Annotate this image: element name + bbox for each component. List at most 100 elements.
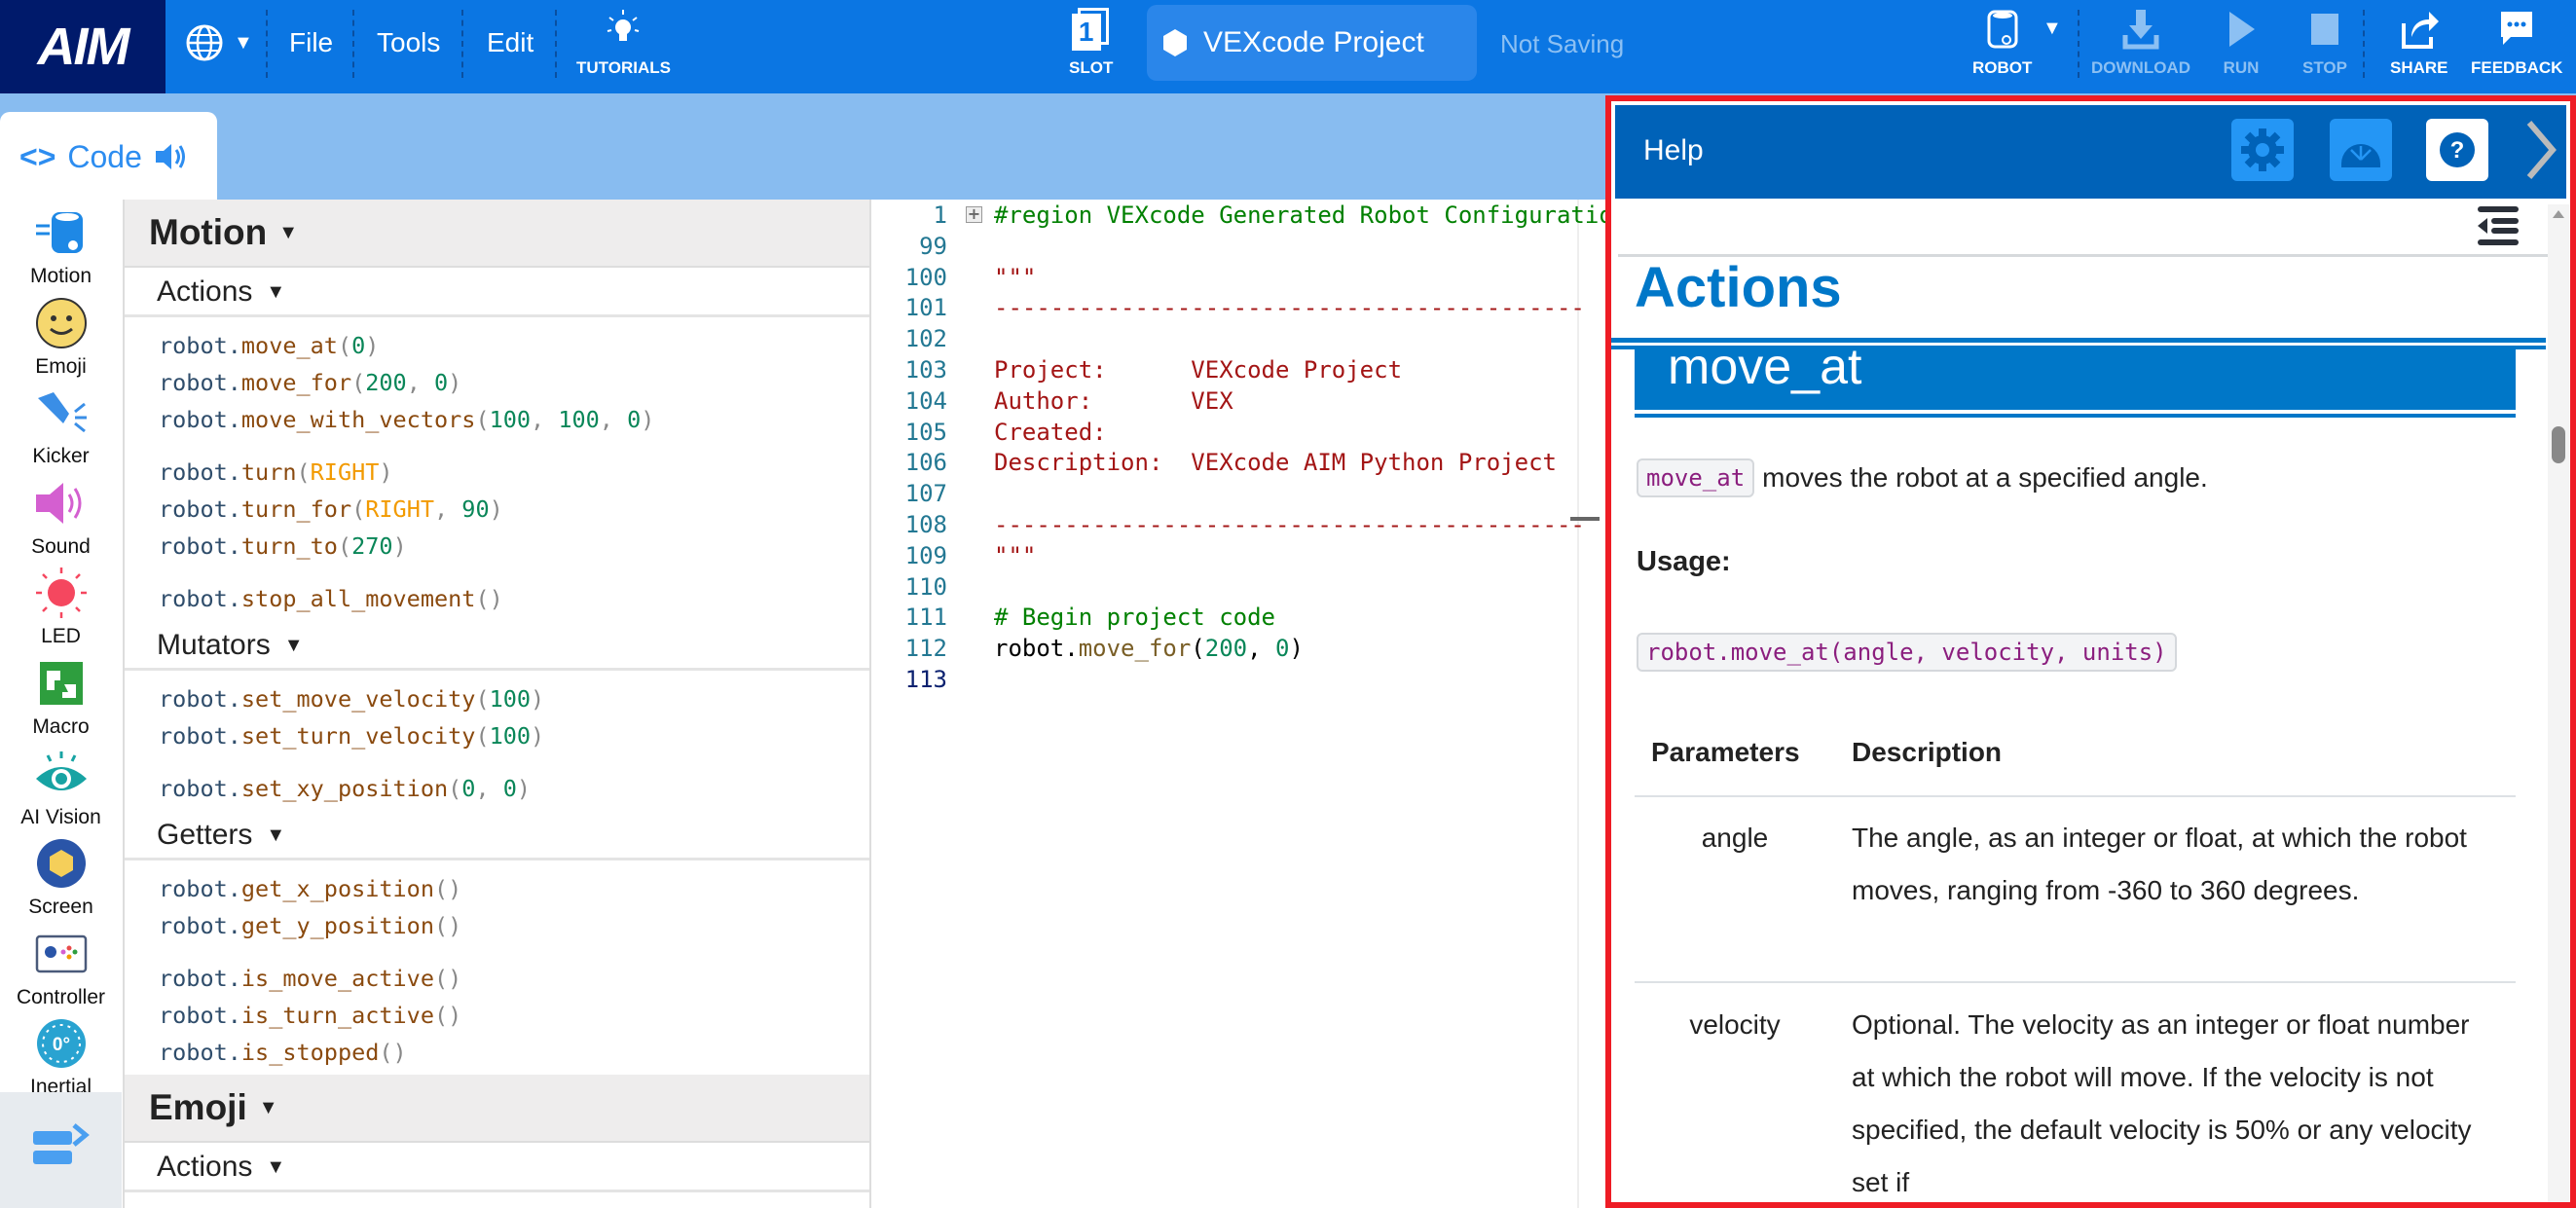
caret-down-icon: ▼ xyxy=(284,635,304,657)
chevron-right-icon xyxy=(2523,119,2558,181)
share-label: SHARE xyxy=(2390,58,2448,78)
code-token: move_for xyxy=(1079,635,1192,662)
code-snippet[interactable]: robot.turn_for(RIGHT, 90) xyxy=(159,491,869,528)
help-panel: Help ? Actions move_at move_at moves the… xyxy=(1605,95,2576,1208)
scroll-up-arrow[interactable] xyxy=(2553,210,2564,218)
language-button[interactable]: ▼ xyxy=(185,23,253,62)
code-arg: 200 xyxy=(365,369,406,396)
code-arg: RIGHT xyxy=(365,495,434,523)
code-function: get_y_position xyxy=(241,912,434,939)
code-function: move_at xyxy=(241,332,338,359)
code-arg: 100 xyxy=(490,685,531,713)
globe-icon xyxy=(185,23,224,62)
editor-line[interactable]: 110 xyxy=(871,571,1605,603)
code-snippet[interactable]: robot.set_move_velocity(100) xyxy=(159,680,869,717)
editor-line[interactable]: 104Author: VEX xyxy=(871,385,1605,417)
category-motion[interactable]: Motion xyxy=(0,203,122,293)
line-number: 111 xyxy=(905,602,947,633)
code-snippet[interactable]: robot.stop_all_movement() xyxy=(159,580,869,617)
editor-line[interactable]: 106Description: VEXcode AIM Python Proje… xyxy=(871,447,1605,478)
category-ai-vision[interactable]: AI Vision xyxy=(0,745,122,834)
editor-line[interactable]: 108-------------------------------------… xyxy=(871,509,1605,540)
code-snippet[interactable]: robot.move_at(0) xyxy=(159,327,869,364)
category-macro[interactable]: Macro xyxy=(0,654,122,744)
collapse-panel-button[interactable] xyxy=(2523,119,2558,186)
line-number: 107 xyxy=(905,478,947,509)
editor-line[interactable]: 100""" xyxy=(871,262,1605,293)
help-scrollbar[interactable] xyxy=(2548,204,2569,1208)
editor-line[interactable]: 113 xyxy=(871,664,1605,695)
category-led[interactable]: LED xyxy=(0,564,122,653)
project-name-field[interactable]: VEXcode Project xyxy=(1147,5,1477,81)
editor-line[interactable]: 101-------------------------------------… xyxy=(871,292,1605,323)
menu-file[interactable]: File xyxy=(289,27,333,58)
palette-group-mutators[interactable]: Mutators▼ xyxy=(125,623,869,671)
code-snippet[interactable]: robot.set_xy_position(0, 0) xyxy=(159,770,869,807)
code-snippet[interactable]: robot.is_stopped() xyxy=(159,1034,869,1071)
feedback-label: FEEDBACK xyxy=(2471,58,2562,78)
editor-line[interactable]: 1+#region VEXcode Generated Robot Config… xyxy=(871,200,1605,231)
code-snippet[interactable]: robot.turn_to(270) xyxy=(159,528,869,565)
usage-label: Usage: xyxy=(1637,546,1731,578)
code-function: turn_to xyxy=(241,532,338,560)
toc-toggle-button[interactable] xyxy=(2476,204,2519,250)
editor-line[interactable]: 111# Begin project code xyxy=(871,602,1605,633)
editor-line[interactable]: 105Created: xyxy=(871,417,1605,448)
editor-line[interactable]: 102 xyxy=(871,323,1605,354)
lightbulb-icon xyxy=(604,8,643,51)
run-button[interactable]: RUN xyxy=(2222,8,2261,78)
code-snippet[interactable]: robot.get_x_position() xyxy=(159,870,869,907)
download-button[interactable]: DOWNLOAD xyxy=(2091,8,2190,78)
line-number: 1 xyxy=(934,200,947,231)
code-snippet[interactable]: robot.get_y_position() xyxy=(159,907,869,944)
editor-line[interactable]: 112robot.move_for(200, 0) xyxy=(871,633,1605,664)
editor-line[interactable]: 109""" xyxy=(871,540,1605,571)
palette-section-emoji[interactable]: Emoji▼ xyxy=(125,1075,869,1143)
category-inertial[interactable]: 0°Inertial xyxy=(0,1014,122,1104)
menu-edit[interactable]: Edit xyxy=(487,27,534,58)
robot-dropdown-icon[interactable]: ▼ xyxy=(2042,18,2062,40)
tutorials-button[interactable]: TUTORIALS xyxy=(576,8,671,78)
category-controller[interactable]: Controller xyxy=(0,925,122,1014)
code-editor[interactable]: 1+#region VEXcode Generated Robot Config… xyxy=(871,200,1605,1208)
code-snippet[interactable]: robot.is_move_active() xyxy=(159,960,869,997)
code-arg: 100 xyxy=(558,406,599,433)
code-snippet[interactable]: robot.move_for(200, 0) xyxy=(159,364,869,401)
settings-button[interactable] xyxy=(2231,119,2294,181)
code-snippet[interactable]: robot.move_with_vectors(100, 100, 0) xyxy=(159,401,869,438)
palette-group-actions[interactable]: Actions▼ xyxy=(125,270,869,317)
category-screen[interactable]: Screen xyxy=(0,834,122,924)
category-emoji[interactable]: Emoji xyxy=(0,294,122,384)
menu-tools[interactable]: Tools xyxy=(377,27,440,58)
extensions-button[interactable] xyxy=(0,1092,122,1208)
category-kicker[interactable]: Kicker xyxy=(0,384,122,473)
code-snippet[interactable]: robot.set_turn_velocity(100) xyxy=(159,717,869,754)
fold-expand-icon[interactable]: + xyxy=(966,206,982,223)
tab-code[interactable]: <> Code xyxy=(0,112,217,201)
category-sound[interactable]: Sound xyxy=(0,474,122,564)
dashboard-button[interactable] xyxy=(2330,119,2392,181)
scrollbar-thumb[interactable] xyxy=(2552,426,2565,463)
robot-label: ROBOT xyxy=(1972,58,2032,78)
screen-icon xyxy=(32,834,91,893)
palette-group-actions[interactable]: Actions▼ xyxy=(125,1145,869,1192)
code-snippet[interactable]: robot.turn(RIGHT) xyxy=(159,454,869,491)
slot-button[interactable]: 1 SLOT xyxy=(1069,8,1113,78)
editor-line[interactable]: 103Project: VEXcode Project xyxy=(871,354,1605,385)
stop-button[interactable]: STOP xyxy=(2302,8,2347,78)
code-snippet[interactable]: robot.is_turn_active() xyxy=(159,997,869,1034)
robot-button[interactable]: ROBOT xyxy=(1972,8,2032,78)
code-token: , xyxy=(1247,635,1275,662)
ai-vision-icon xyxy=(32,745,91,803)
feedback-button[interactable]: FEEDBACK xyxy=(2471,8,2562,78)
help-button[interactable]: ? xyxy=(2426,119,2488,181)
editor-line[interactable]: 99 xyxy=(871,231,1605,262)
share-button[interactable]: SHARE xyxy=(2390,8,2448,78)
aim-logo: AIM xyxy=(0,0,166,93)
editor-line[interactable]: 107 xyxy=(871,478,1605,509)
palette-group-getters[interactable]: Getters▼ xyxy=(125,813,869,860)
save-status: Not Saving xyxy=(1500,29,1624,59)
code-token: robot. xyxy=(994,635,1079,662)
palette-section-motion[interactable]: Motion▼ xyxy=(125,200,869,268)
line-number: 108 xyxy=(905,509,947,540)
